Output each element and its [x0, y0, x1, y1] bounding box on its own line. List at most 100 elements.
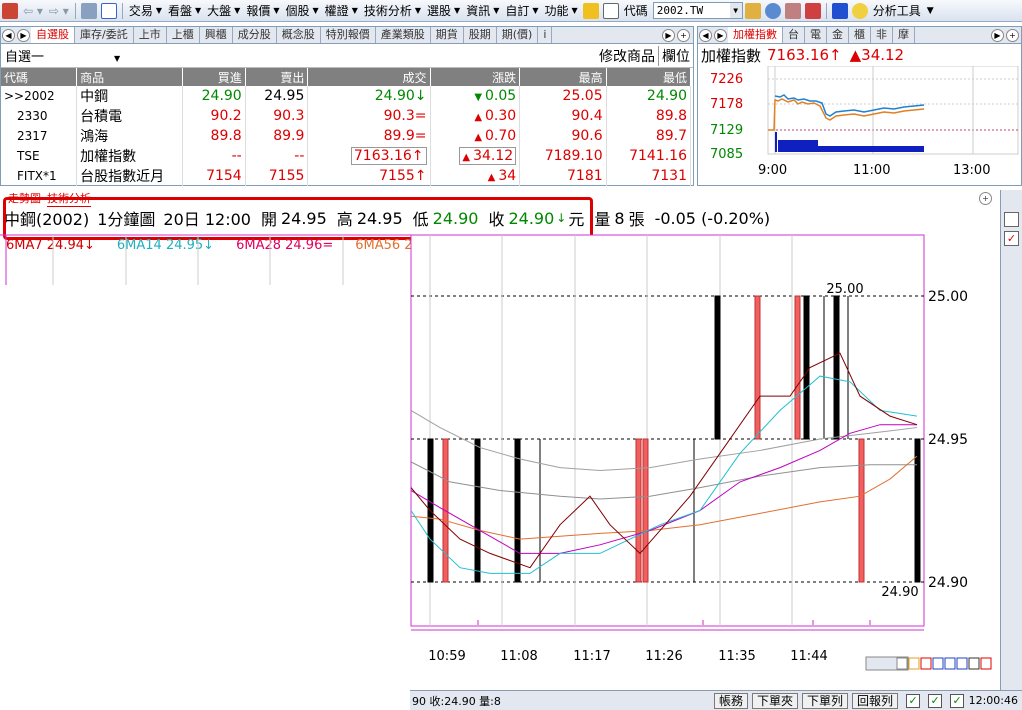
tab-watchlist-9[interactable]: 期貨: [431, 27, 464, 43]
alert-icon[interactable]: [804, 2, 821, 19]
menu-1[interactable]: 看盤: [165, 2, 195, 20]
tab-index-5[interactable]: 非: [871, 27, 893, 43]
chevron-down-icon[interactable]: ▼: [195, 2, 204, 20]
print-icon[interactable]: [80, 2, 97, 19]
table-row[interactable]: TSE 加權指數 -- -- 7163.16↑ ▲ 34.12 7189.10 7141.16: [1, 146, 692, 166]
column-header[interactable]: 代碼: [1, 68, 78, 86]
table-row[interactable]: 2317 鴻海 89.8 89.9 89.9= ▲ 0.70 90.6 89.7: [1, 126, 692, 146]
zoom-icon[interactable]: +: [979, 191, 992, 205]
scroll-right-icon[interactable]: ▶: [17, 28, 30, 42]
side-button[interactable]: [1004, 212, 1019, 227]
scroll-right-icon[interactable]: ▶: [662, 28, 675, 42]
column-header[interactable]: 最高: [519, 68, 607, 86]
chevron-down-icon[interactable]: ▼: [352, 2, 361, 20]
chevron-down-icon[interactable]: ▼: [273, 2, 282, 20]
home-icon[interactable]: [2, 2, 18, 19]
column-header[interactable]: 成交: [307, 68, 431, 86]
watchlist-panel: ◀ ▶ 自選股 庫存/委託 上市 上櫃 興櫃 成分股 概念股 特別報價 產業類股 期貨 股期 期(價)…: [0, 26, 694, 186]
tab-watchlist-4[interactable]: 興櫃: [200, 27, 233, 43]
edit-items-button[interactable]: 修改商品: [599, 45, 659, 66]
cell-name: 加權指數: [76, 146, 184, 166]
scroll-right-icon[interactable]: ▶: [714, 28, 727, 42]
tab-watchlist-1[interactable]: 庫存/委託: [75, 27, 134, 43]
check-icon[interactable]: ✓: [906, 693, 921, 708]
column-header[interactable]: 買進: [182, 68, 246, 86]
add-tab-icon[interactable]: +: [677, 28, 690, 42]
chevron-down-icon[interactable]: ▼: [729, 3, 742, 18]
tab-index-3[interactable]: 金: [827, 27, 849, 43]
menu-6[interactable]: 技術分析: [361, 2, 415, 20]
chevron-down-icon[interactable]: ▼: [156, 2, 165, 20]
tab-watchlist-11[interactable]: 期(價): [497, 27, 539, 43]
status-button-0[interactable]: 帳務: [714, 692, 749, 709]
popout-icon[interactable]: [100, 2, 117, 19]
chevron-down-icon[interactable]: ▼: [114, 54, 120, 63]
table-row[interactable]: FITX*1 台股指數近月 7154 7155 7155↑ ▲ 34 7181 7131: [1, 166, 692, 186]
tab-watchlist-10[interactable]: 股期: [464, 27, 497, 43]
menu-8[interactable]: 資訊: [463, 2, 493, 20]
analysis-tools-button[interactable]: 分析工具: [870, 2, 924, 20]
tab-index-1[interactable]: 台: [783, 27, 805, 43]
chevron-down-icon[interactable]: ▼: [572, 2, 581, 20]
add-tab-icon[interactable]: +: [1006, 28, 1019, 42]
menu-5[interactable]: 權證: [322, 2, 352, 20]
lightning-icon[interactable]: [582, 2, 599, 19]
menu-9[interactable]: 自訂: [502, 2, 532, 20]
menu-7[interactable]: 選股: [424, 2, 454, 20]
tab-watchlist-6[interactable]: 概念股: [277, 27, 321, 43]
tab-watchlist-7[interactable]: 特別報價: [321, 27, 376, 43]
tab-watchlist-0[interactable]: 自選股: [31, 27, 75, 43]
scroll-left-icon[interactable]: ◀: [2, 28, 15, 42]
tab-index-2[interactable]: 電: [805, 27, 827, 43]
tab-watchlist-8[interactable]: 產業類股: [376, 27, 431, 43]
tab-watchlist-3[interactable]: 上櫃: [167, 27, 200, 43]
tab-index-0[interactable]: 加權指數: [728, 27, 783, 43]
back-icon[interactable]: ⇦ ▾: [20, 2, 46, 20]
status-button-3[interactable]: 回報列: [852, 692, 899, 709]
chevron-down-icon[interactable]: ▼: [532, 2, 541, 20]
menu-0[interactable]: 交易: [126, 2, 156, 20]
forward-icon[interactable]: ⇨ ▾: [46, 2, 72, 20]
column-header[interactable]: 商品: [76, 68, 184, 86]
kline-chart[interactable]: 25.00 24.95 24.90 25.00 24.90 10:59 11:08 11:17…: [0, 230, 1000, 690]
column-header[interactable]: 漲跌: [430, 68, 521, 86]
cursor-icon[interactable]: [831, 2, 848, 19]
table-row[interactable]: 2330 台積電 90.2 90.3 90.3= ▲ 0.30 90.4 89.8: [1, 106, 692, 126]
tab-index-4[interactable]: 櫃: [849, 27, 871, 43]
check-icon[interactable]: ✓: [1004, 231, 1019, 246]
tab-watchlist-2[interactable]: 上市: [134, 27, 167, 43]
code-input[interactable]: 2002.TW ▼: [652, 2, 743, 19]
tab-watchlist-12[interactable]: i: [538, 27, 553, 43]
table-row[interactable]: >>2002 中鋼 24.90 24.95 24.90↓ ▼ 0.05 25.05 24.90: [1, 86, 692, 106]
candle: [754, 295, 761, 440]
column-header[interactable]: 賣出: [245, 68, 309, 86]
chevron-down-icon[interactable]: ▼: [454, 2, 463, 20]
columns-button[interactable]: 欄位: [659, 46, 693, 66]
chevron-down-icon[interactable]: ▼: [924, 2, 937, 20]
chevron-down-icon[interactable]: ▼: [493, 2, 502, 20]
check-icon[interactable]: ✓: [950, 693, 965, 708]
scroll-left-icon[interactable]: ◀: [699, 28, 712, 42]
status-button-1[interactable]: 下單夾: [752, 692, 799, 709]
chevron-down-icon[interactable]: ▼: [415, 2, 424, 20]
tools-icon[interactable]: [784, 2, 801, 19]
status-button-2[interactable]: 下單列: [802, 692, 849, 709]
menu-4[interactable]: 個股: [283, 2, 313, 20]
notepad-icon[interactable]: [602, 2, 619, 19]
cell-high: 90.4: [519, 106, 607, 126]
chevron-down-icon[interactable]: ▼: [313, 2, 322, 20]
check-icon[interactable]: ✓: [928, 693, 943, 708]
tab-watchlist-5[interactable]: 成分股: [233, 27, 277, 43]
binoculars-icon[interactable]: [744, 2, 761, 19]
menu-3[interactable]: 報價: [243, 2, 273, 20]
chevron-down-icon[interactable]: ▼: [234, 2, 243, 20]
tab-index-6[interactable]: 摩: [893, 27, 915, 43]
menu-2[interactable]: 大盤: [204, 2, 234, 20]
scroll-right-icon[interactable]: ▶: [991, 28, 1004, 42]
menu-10[interactable]: 功能: [542, 2, 572, 20]
search-icon[interactable]: [764, 2, 781, 19]
table-header: 代碼 商品 買進 賣出 成交 漲跌 最高 最低: [1, 68, 692, 86]
column-header[interactable]: 最低: [606, 68, 692, 86]
group-select[interactable]: 自選一 ▼: [1, 46, 151, 65]
magnifier-icon[interactable]: [851, 2, 868, 19]
